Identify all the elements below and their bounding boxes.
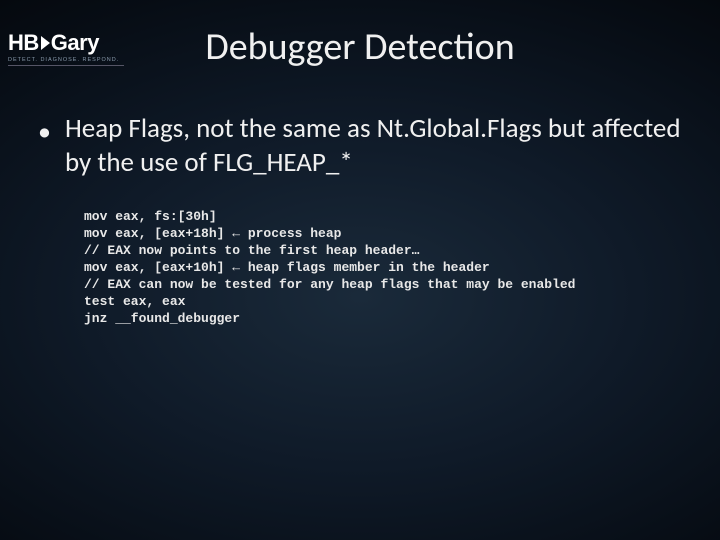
code-line: // EAX can now be tested for any heap fl…	[84, 277, 575, 292]
code-line: mov eax, [eax+10h] ← heap flags member i…	[84, 260, 490, 275]
brand-tagline: DETECT. DIAGNOSE. RESPOND.	[8, 57, 124, 63]
brand-hb: HB	[8, 30, 39, 56]
brand-divider	[8, 65, 124, 66]
brand-logo-main: HB Gary	[8, 30, 124, 56]
brand-gary: Gary	[51, 30, 99, 56]
brand-logo: HB Gary DETECT. DIAGNOSE. RESPOND.	[8, 30, 124, 66]
code-line: test eax, eax	[84, 294, 185, 309]
bullet-dot-icon: •	[38, 114, 51, 148]
bullet-item: • Heap Flags, not the same as Nt.Global.…	[38, 112, 682, 180]
code-line: mov eax, [eax+18h] ← process heap	[84, 226, 341, 241]
code-line: // EAX now points to the first heap head…	[84, 243, 419, 258]
bullet-text: Heap Flags, not the same as Nt.Global.Fl…	[65, 112, 682, 180]
triangle-icon	[41, 36, 50, 50]
code-line: jnz __found_debugger	[84, 311, 240, 326]
code-block: mov eax, fs:[30h] mov eax, [eax+18h] ← p…	[84, 208, 682, 327]
code-line: mov eax, fs:[30h]	[84, 209, 217, 224]
